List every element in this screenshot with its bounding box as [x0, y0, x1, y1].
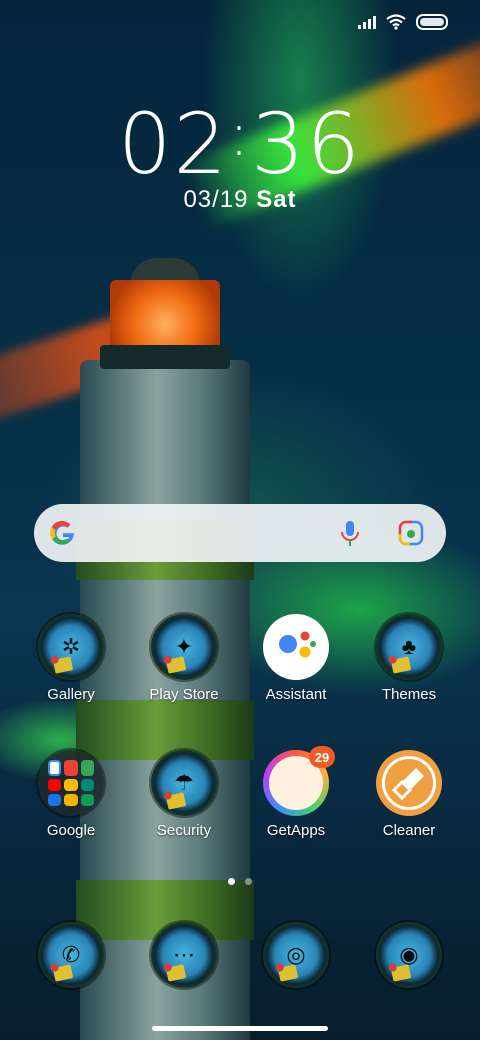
dock-camera[interactable]: ◉ [354, 922, 464, 988]
dock-browser[interactable]: ◎ [241, 922, 351, 988]
app-themes[interactable]: ♣ Themes [354, 614, 464, 703]
google-lens-icon[interactable] [398, 520, 424, 546]
app-label: Themes [381, 686, 437, 703]
app-label: Cleaner [382, 822, 436, 839]
assistant-icon [263, 614, 329, 680]
weekday-text: Sat [256, 186, 297, 213]
app-getapps[interactable]: 29 GetApps [241, 746, 351, 839]
folder-google[interactable]: Google [16, 750, 126, 839]
signal-icon [358, 15, 376, 29]
dock-messages[interactable]: ⋯ [129, 922, 239, 988]
lockscreen-clock: 02:36 [0, 95, 480, 193]
cleaner-icon [376, 750, 442, 816]
app-label: Play Store [149, 686, 219, 703]
status-bar [358, 14, 448, 30]
themes-icon: ♣ [376, 614, 442, 680]
browser-icon: ◎ [263, 922, 329, 988]
page-dot-active [228, 878, 235, 885]
getapps-icon: 29 [263, 746, 335, 816]
home-indicator[interactable] [152, 1026, 328, 1031]
clock-minutes: 36 [251, 95, 362, 193]
app-label: Gallery [47, 686, 95, 703]
page-dot [245, 878, 252, 885]
app-security[interactable]: ☂ Security [129, 750, 239, 839]
google-g-icon [50, 520, 74, 545]
lockscreen-date: 03/19 Sat [0, 186, 480, 214]
security-icon: ☂ [151, 750, 217, 816]
wifi-icon [386, 14, 406, 30]
app-gallery[interactable]: ✲ Gallery [16, 614, 126, 703]
clock-separator: : [228, 100, 252, 170]
lighthouse-gallery [100, 345, 230, 369]
battery-icon [416, 14, 448, 30]
app-cleaner[interactable]: Cleaner [354, 750, 464, 839]
play-store-icon: ✦ [151, 614, 217, 680]
app-assistant[interactable]: Assistant [241, 614, 351, 703]
page-indicator [0, 878, 480, 885]
app-label: GetApps [266, 822, 326, 839]
date-text: 03/19 [183, 186, 249, 213]
app-label: Security [156, 822, 212, 839]
clock-hours: 02 [118, 95, 229, 193]
app-play-store[interactable]: ✦ Play Store [129, 614, 239, 703]
google-search-bar[interactable] [34, 504, 446, 562]
google-folder-icon [38, 750, 104, 816]
gallery-icon: ✲ [38, 614, 104, 680]
phone-icon: ✆ [38, 922, 104, 988]
app-label: Assistant [265, 686, 327, 703]
camera-icon: ◉ [376, 922, 442, 988]
notification-badge: 29 [309, 746, 335, 768]
messages-icon: ⋯ [151, 922, 217, 988]
mic-icon[interactable] [340, 520, 360, 548]
dock-phone[interactable]: ✆ [16, 922, 126, 988]
app-label: Google [46, 822, 96, 839]
